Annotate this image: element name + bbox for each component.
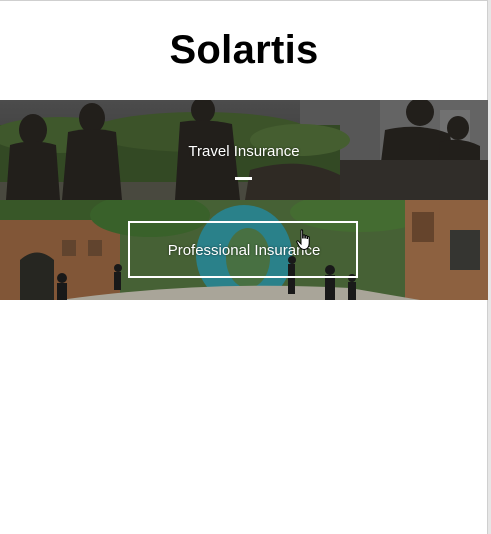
- professional-insurance-label[interactable]: Professional Insurance: [0, 242, 488, 259]
- professional-insurance-banner[interactable]: Professional Insurance: [0, 200, 488, 300]
- travel-insurance-banner[interactable]: Travel Insurance: [0, 100, 488, 200]
- travel-insurance-label[interactable]: Travel Insurance: [0, 143, 488, 160]
- travel-insurance-underline: [235, 177, 252, 180]
- site-title: Solartis: [169, 28, 319, 72]
- window-top-border: [0, 0, 491, 1]
- hand-cursor-icon: [296, 229, 310, 251]
